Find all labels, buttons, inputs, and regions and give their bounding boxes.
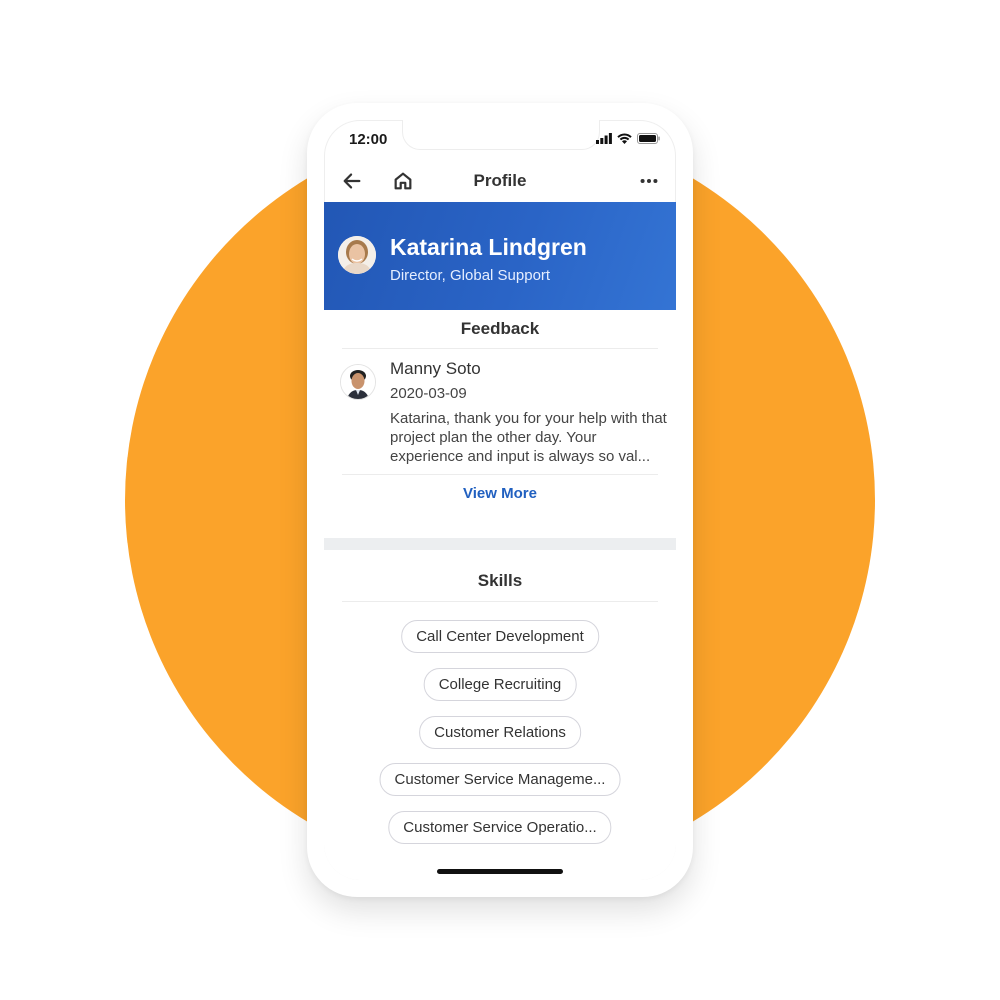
profile-name: Katarina Lindgren <box>390 234 587 260</box>
skill-chip[interactable]: College Recruiting <box>423 668 577 701</box>
profile-role: Director, Global Support <box>390 267 551 284</box>
feedback-title: Feedback <box>460 319 540 338</box>
feedback-text: Katarina, thank you for your help with t… <box>390 410 667 465</box>
section-separator <box>324 538 676 550</box>
skill-chip[interactable]: Customer Service Operatio... <box>388 811 612 844</box>
profile-header: Katarina Lindgren Director, Global Suppo… <box>324 202 676 310</box>
divider <box>342 474 658 475</box>
phone-screen: 12:00 Profile Katarina Lindgren Director… <box>324 120 676 880</box>
skills-card: Skills Call Center Development College R… <box>324 550 676 880</box>
status-time: 12:00 <box>349 131 388 148</box>
more-horizontal-icon[interactable] <box>638 170 660 192</box>
phone-frame: 12:00 Profile Katarina Lindgren Director… <box>307 103 693 897</box>
skill-chip[interactable]: Customer Service Manageme... <box>379 763 621 796</box>
page-title: Profile <box>473 171 527 190</box>
status-icons <box>596 133 660 144</box>
phone-notch <box>402 120 600 150</box>
divider <box>342 601 658 602</box>
feedback-card: Feedback Manny Soto 2020-03-09 Katarina,… <box>324 310 676 538</box>
signal-icon <box>596 133 612 144</box>
wifi-icon <box>617 133 632 144</box>
feedback-date: 2020-03-09 <box>390 385 467 402</box>
skill-chip[interactable]: Customer Relations <box>419 716 581 749</box>
skill-chip[interactable]: Call Center Development <box>401 620 599 653</box>
person-photo-icon <box>338 236 376 274</box>
home-indicator[interactable] <box>437 869 563 874</box>
view-more-link[interactable]: View More <box>324 485 676 502</box>
nav-bar: Profile <box>324 160 676 202</box>
person-photo-icon <box>341 365 375 399</box>
feedback-author: Manny Soto <box>390 359 481 378</box>
feedback-author-avatar <box>340 364 376 400</box>
battery-icon <box>637 133 660 144</box>
skills-title: Skills <box>477 571 523 590</box>
profile-avatar <box>338 236 376 274</box>
divider <box>342 348 658 349</box>
